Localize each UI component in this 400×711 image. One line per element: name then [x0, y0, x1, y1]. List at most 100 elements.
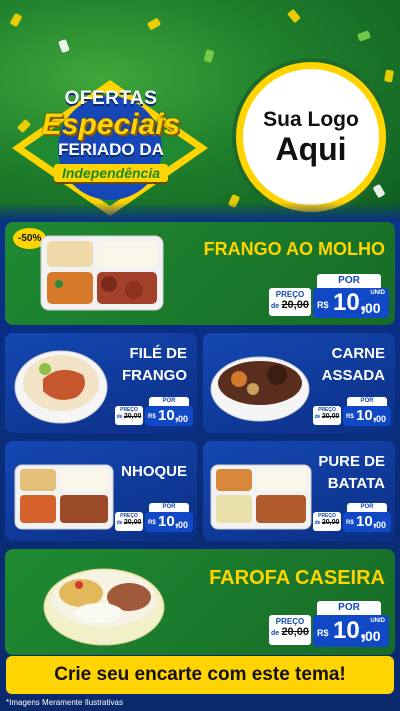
price-decimal: 00 [376, 520, 387, 530]
old-price-prefix: de [314, 414, 321, 420]
currency: R$ [317, 300, 329, 310]
price-tag: POR PREÇO de 20,00 R$ 10, 00 [313, 503, 391, 533]
old-price-prefix: de [116, 520, 123, 526]
por-label: POR [149, 397, 189, 406]
food-tray-image [40, 235, 164, 311]
old-price: PREÇO de 20,00 [313, 512, 341, 531]
current-price: R$ 10, 00 [343, 406, 391, 426]
preco-label: PREÇO [275, 617, 305, 626]
product-name-line1: CARNE [331, 345, 385, 362]
product-card-nhoque: NHOQUE POR PREÇO de 20,00 R$ 10, 00 [5, 441, 197, 541]
por-label: POR [149, 503, 189, 512]
old-price-prefix: de [116, 414, 123, 420]
old-price: PREÇO de 20,00 [313, 406, 341, 425]
price-decimal: 00 [178, 520, 189, 530]
old-price: PREÇO de 20,00 [269, 615, 311, 645]
currency: R$ [346, 414, 354, 420]
product-name-line1: PURE DE [318, 453, 385, 470]
current-price: R$ 10, 00 [145, 512, 193, 532]
price-tag: POR PREÇO de 20,00 R$ 10, 00 [115, 397, 193, 427]
food-bowl-image [43, 568, 165, 646]
product-name: NHOQUE [107, 461, 187, 483]
price-tag: POR PREÇO de 20,00 R$ 10, 00 [115, 503, 193, 533]
header: OFERTAS Especiais FERIADO DA Independênc… [0, 0, 400, 222]
price-integer: 10, [333, 617, 367, 644]
old-price-prefix: de [314, 520, 321, 526]
product-name-line1: NHOQUE [121, 463, 187, 480]
product-name: FILÉ DE FRANGO [97, 343, 187, 387]
old-price-prefix: de [271, 303, 280, 310]
product-card-frango-ao-molho: -50% FRANGO AO MOLHO POR PREÇO de 20,00 … [5, 222, 395, 325]
por-label: POR [347, 503, 387, 512]
confetti [356, 30, 372, 42]
price-integer: 10, [356, 407, 377, 424]
current-price: R$ 10, 00 UNID [313, 288, 389, 318]
product-name-line2: BATATA [327, 475, 385, 492]
title-feriado: FERIADO DA [58, 140, 164, 159]
confetti [203, 49, 215, 63]
food-tray-image [14, 464, 114, 530]
price-integer: 10, [333, 289, 367, 316]
old-price-prefix: de [271, 630, 280, 637]
confetti [227, 193, 241, 209]
preco-label: PREÇO [275, 290, 305, 299]
por-label: POR [347, 397, 387, 406]
currency: R$ [148, 520, 156, 526]
flyer-page: OFERTAS Especiais FERIADO DA Independênc… [0, 0, 400, 711]
old-price-value: 20,00 [123, 519, 142, 526]
title-block: OFERTAS Especiais FERIADO DA Independênc… [38, 88, 184, 183]
price-decimal: 00 [365, 300, 381, 316]
por-label: POR [317, 274, 381, 288]
price-tag: POR PREÇO de 20,00 R$ 10, 00 [313, 397, 391, 427]
old-price: PREÇO de 20,00 [115, 512, 143, 531]
price-integer: 10, [158, 513, 179, 530]
product-card-pure-de-batata: PURE DE BATATA POR PREÇO de 20,00 R$ 10,… [203, 441, 395, 541]
old-price: PREÇO de 20,00 [115, 406, 143, 425]
product-name: FAROFA CASEIRA [209, 567, 385, 589]
current-price: R$ 10, 00 [145, 406, 193, 426]
unit-label: UNID [370, 618, 385, 624]
product-name-line2: ASSADA [321, 367, 385, 384]
confetti [9, 12, 23, 28]
logo-line2: Aqui [275, 131, 347, 167]
current-price: R$ 10, 00 UNID [313, 615, 389, 647]
product-name-line2: FRANGO [122, 367, 187, 384]
old-price: PREÇO de 20,00 [269, 288, 311, 316]
food-bowl-image [210, 356, 310, 422]
price-decimal: 00 [376, 414, 387, 424]
confetti [58, 38, 70, 54]
old-price-value: 20,00 [321, 519, 340, 526]
product-name-line1: FILÉ DE [129, 345, 187, 362]
logo-line1: Sua Logo [263, 108, 359, 131]
old-price-value: 20,00 [281, 626, 309, 638]
confetti [146, 17, 162, 31]
old-price-value: 20,00 [123, 413, 142, 420]
product-card-farofa-caseira: FAROFA CASEIRA POR PREÇO de 20,00 R$ 10,… [5, 549, 395, 655]
price-tag: POR PREÇO de 20,00 R$ 10, 00 UNID [269, 274, 389, 320]
cta-banner: Crie seu encarte com este tema! [6, 656, 394, 694]
old-price-value: 20,00 [281, 299, 309, 311]
price-integer: 10, [356, 513, 377, 530]
food-bowl-image [14, 350, 108, 424]
price-decimal: 00 [178, 414, 189, 424]
confetti [384, 69, 394, 83]
unit-label: UNID [370, 290, 385, 296]
currency: R$ [148, 414, 156, 420]
currency: R$ [346, 520, 354, 526]
product-card-carne-assada: CARNE ASSADA POR PREÇO de 20,00 R$ 10, 0… [203, 333, 395, 433]
disclaimer: *Imagens Meramente Ilustrativas [6, 698, 123, 707]
confetti [372, 183, 386, 199]
title-emblem: OFERTAS Especiais FERIADO DA Independênc… [10, 78, 210, 218]
por-label: POR [317, 601, 381, 615]
title-especiais: Especiais [41, 108, 181, 141]
product-name: FRANGO AO MOLHO [203, 239, 385, 259]
price-decimal: 00 [365, 628, 381, 644]
currency: R$ [317, 628, 329, 638]
current-price: R$ 10, 00 [343, 512, 391, 532]
product-name: CARNE ASSADA [305, 343, 385, 387]
title-independencia: Independência [53, 164, 169, 182]
title-ofertas: OFERTAS [64, 88, 158, 109]
confetti [287, 8, 301, 24]
price-tag: POR PREÇO de 20,00 R$ 10, 00 UNID [269, 601, 389, 649]
logo-placeholder: Sua Logo Aqui [236, 62, 386, 212]
